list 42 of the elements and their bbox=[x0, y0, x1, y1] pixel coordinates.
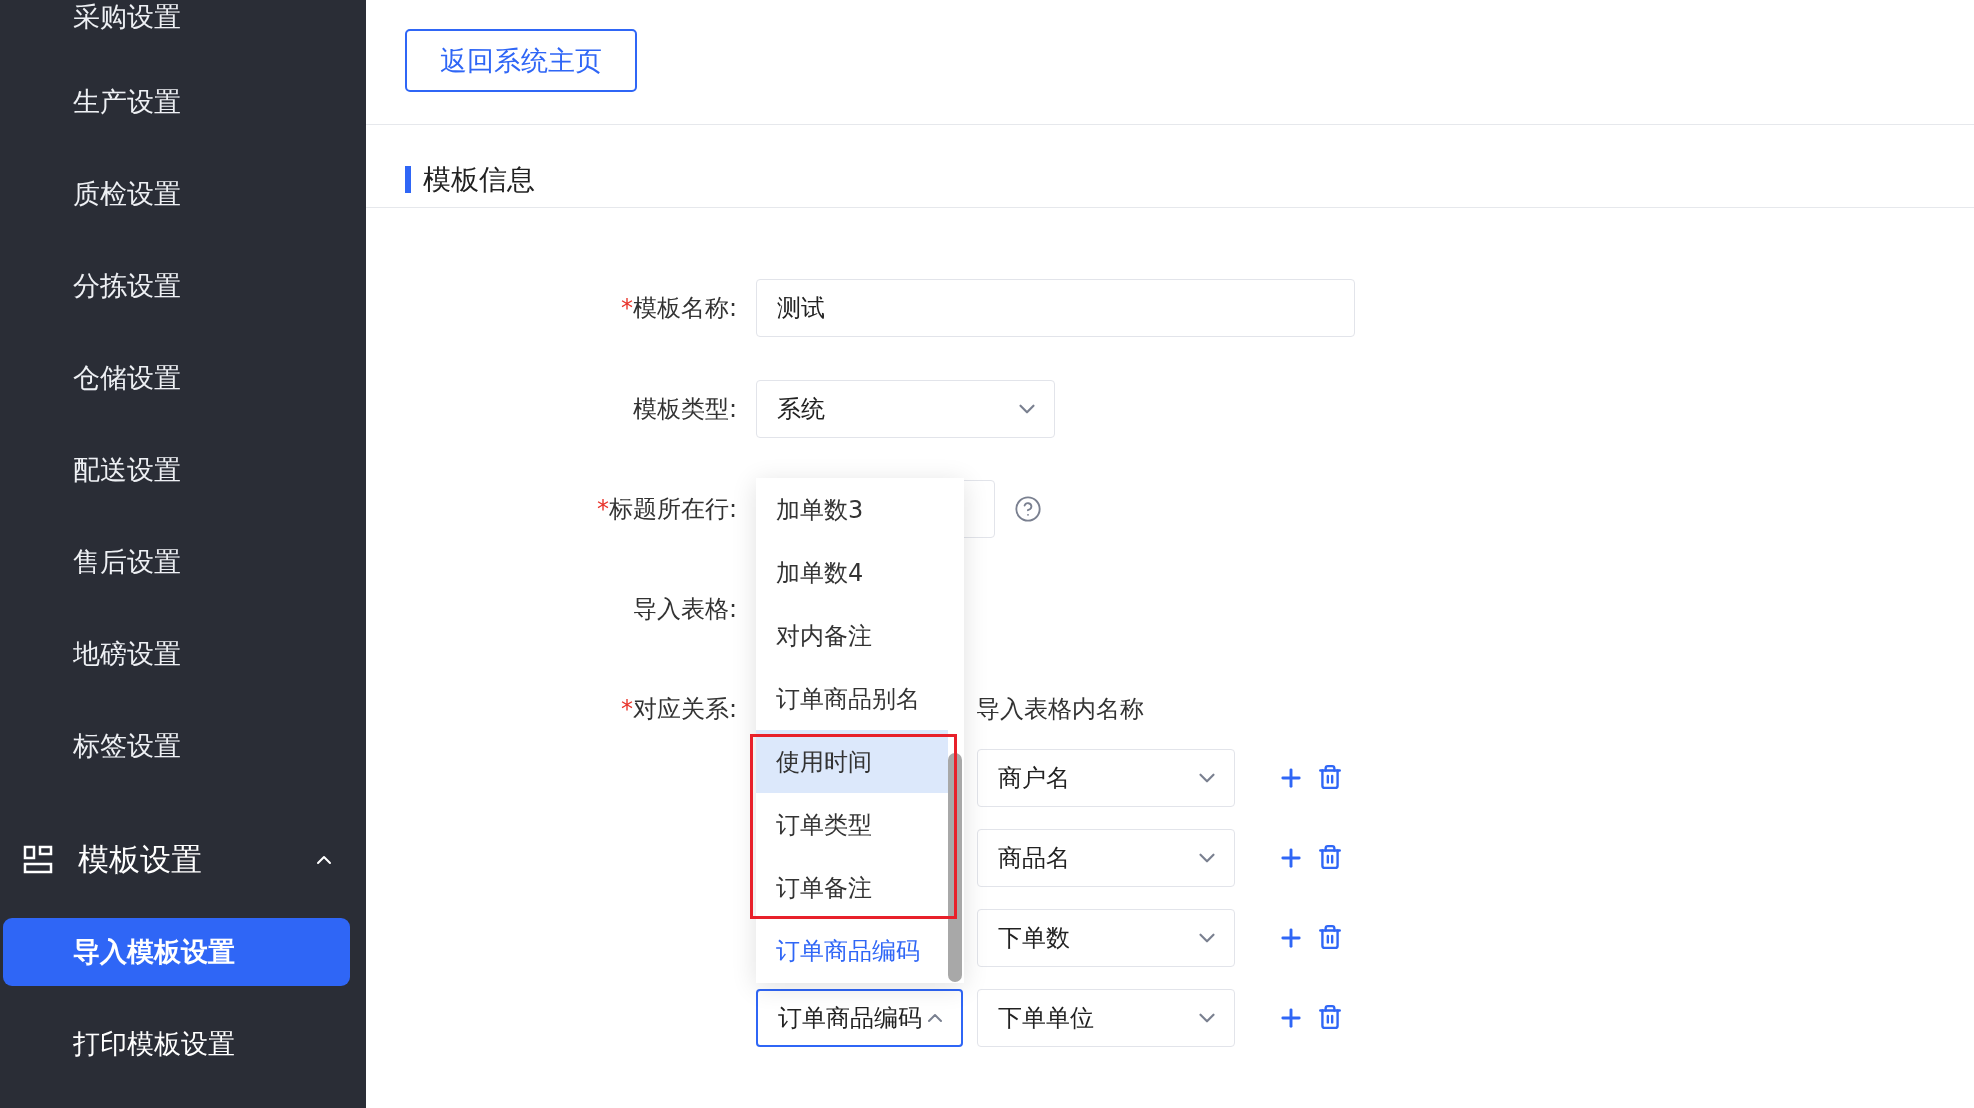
back-button[interactable]: 返回系统主页 bbox=[405, 29, 637, 92]
target-select[interactable]: 下单数 bbox=[977, 909, 1235, 967]
sidebar-item[interactable]: 配送设置 bbox=[0, 424, 366, 516]
target-select[interactable]: 商品名 bbox=[977, 829, 1235, 887]
field-label: *模板名称: bbox=[620, 293, 737, 324]
field-label: 导入表格: bbox=[632, 594, 737, 625]
trash-icon[interactable] bbox=[1317, 844, 1343, 870]
trash-icon[interactable] bbox=[1317, 1004, 1343, 1030]
field-label: *对应关系: bbox=[620, 694, 737, 725]
sidebar-item[interactable]: 分拣设置 bbox=[0, 240, 366, 332]
section-bar bbox=[405, 166, 411, 193]
source-select[interactable]: 订单商品编码 bbox=[756, 989, 963, 1047]
dropdown-option[interactable]: 加单数3 bbox=[756, 478, 948, 541]
trash-icon[interactable] bbox=[1317, 924, 1343, 950]
sidebar-subitem[interactable]: 打印模板设置 bbox=[3, 1010, 350, 1078]
dropdown-option[interactable]: 加单数4 bbox=[756, 541, 948, 604]
sidebar-item[interactable]: 仓储设置 bbox=[0, 332, 366, 424]
target-select[interactable]: 商户名 bbox=[977, 749, 1235, 807]
sidebar-item[interactable]: 质检设置 bbox=[0, 148, 366, 240]
sidebar-item[interactable]: 标签设置 bbox=[0, 700, 366, 792]
type-select[interactable]: 系统 bbox=[756, 380, 1055, 438]
section-title: 模板信息 bbox=[423, 162, 535, 198]
sidebar-item[interactable]: 售后设置 bbox=[0, 516, 366, 608]
dropdown-option[interactable]: 订单商品编码 bbox=[756, 919, 948, 982]
field-label: 模板类型: bbox=[632, 394, 737, 425]
trash-icon[interactable] bbox=[1317, 764, 1343, 790]
dropdown-option[interactable]: 使用时间 bbox=[756, 730, 948, 793]
dropdown-option[interactable]: 订单类型 bbox=[756, 793, 948, 856]
dropdown-option[interactable]: 订单商品别名 bbox=[756, 667, 948, 730]
sidebar-item[interactable]: 生产设置 bbox=[0, 56, 366, 148]
column-header: 导入表格内名称 bbox=[976, 694, 1144, 725]
target-select[interactable]: 下单单位 bbox=[977, 989, 1235, 1047]
sidebar-group[interactable]: 模板设置 bbox=[0, 814, 366, 906]
field-label: *标题所在行: bbox=[596, 494, 737, 525]
layout-icon bbox=[23, 845, 53, 875]
sidebar-item[interactable]: 采购设置 bbox=[0, 0, 366, 56]
help-icon bbox=[1014, 495, 1042, 523]
sidebar-subitem[interactable]: 导入模板设置 bbox=[3, 918, 350, 986]
sidebar-item[interactable]: 地磅设置 bbox=[0, 608, 366, 700]
name-input[interactable]: 测试 bbox=[756, 279, 1355, 337]
dropdown-option[interactable]: 对内备注 bbox=[756, 604, 948, 667]
dropdown-option[interactable]: 订单备注 bbox=[756, 856, 948, 919]
